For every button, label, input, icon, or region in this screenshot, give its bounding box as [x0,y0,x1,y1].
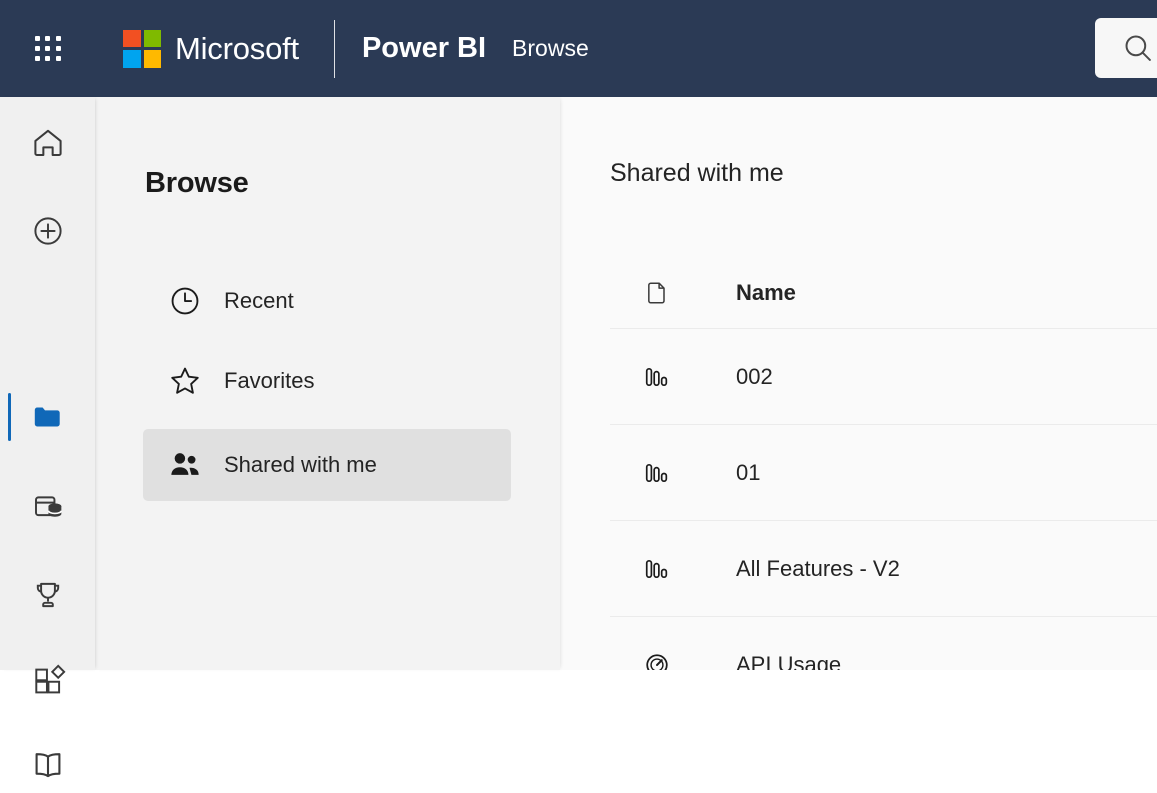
people-icon [167,447,203,483]
left-navigation-rail [0,97,95,670]
logo-square-yellow [144,50,162,68]
search-icon [1121,31,1155,65]
browse-item-label: Shared with me [224,452,377,478]
browse-item-recent[interactable]: Recent [143,269,511,333]
clock-icon [167,283,203,319]
rail-item-data-hub[interactable] [0,479,95,535]
column-header-name[interactable]: Name [736,280,796,306]
waffle-dot [45,36,50,41]
logo-square-blue [123,50,141,68]
app-launcher-grid-icon[interactable] [28,29,68,69]
row-name[interactable]: API Usage [736,652,841,671]
breadcrumb[interactable]: Browse [512,35,589,62]
waffle-dot [56,36,61,41]
trophy-icon [30,577,66,613]
star-icon [167,363,203,399]
row-type-icon-cell [610,555,736,583]
home-icon [30,125,66,161]
browse-item-label: Favorites [224,368,314,394]
report-bars-icon [643,555,671,583]
top-navigation-bar: Microsoft Power BI Browse [0,0,1157,97]
rail-item-browse[interactable] [0,389,95,445]
waffle-dot [35,46,40,51]
waffle-dot [35,56,40,61]
dashboard-gauge-icon [643,651,671,671]
waffle-dot [56,46,61,51]
waffle-dot [45,46,50,51]
book-icon [30,747,66,783]
page-title: Shared with me [610,159,784,188]
table-header-icon-cell [610,279,736,307]
browse-item-shared-with-me[interactable]: Shared with me [143,429,511,501]
table-row[interactable]: 01 [610,425,1157,521]
apps-grid-icon [30,663,66,699]
browse-item-favorites[interactable]: Favorites [143,349,511,413]
row-name[interactable]: All Features - V2 [736,556,900,582]
logo-square-green [144,30,162,48]
waffle-dot [45,56,50,61]
microsoft-wordmark: Microsoft [175,31,299,67]
waffle-dot [56,56,61,61]
microsoft-logo-link[interactable]: Microsoft [123,30,299,68]
shared-with-me-table: Name 002 01 [610,257,1157,670]
microsoft-logo-icon [123,30,161,68]
browse-item-label: Recent [224,288,294,314]
row-type-icon-cell [610,459,736,487]
report-bars-icon [643,459,671,487]
logo-square-red [123,30,141,48]
folder-icon [30,399,66,435]
rail-item-goals[interactable] [0,567,95,623]
table-row[interactable]: All Features - V2 [610,521,1157,617]
main-content-area: Shared with me Name 002 [560,97,1157,670]
row-type-icon-cell [610,363,736,391]
rail-item-learn[interactable] [0,737,95,793]
product-name[interactable]: Power BI [362,32,486,65]
waffle-dot [35,36,40,41]
nav-divider [334,20,335,78]
report-bars-icon [643,363,671,391]
search-input[interactable] [1095,18,1157,78]
document-icon [643,279,671,307]
data-hub-icon [30,489,66,525]
row-name[interactable]: 01 [736,460,760,486]
rail-item-apps[interactable] [0,653,95,709]
table-header-row: Name [610,257,1157,329]
row-type-icon-cell [610,651,736,671]
row-name[interactable]: 002 [736,364,773,390]
browse-panel-title: Browse [145,167,249,200]
plus-circle-icon [30,213,66,249]
table-row[interactable]: API Usage [610,617,1157,670]
rail-item-create[interactable] [0,203,95,259]
browse-panel: Browse Recent Favorites Shared with me [95,97,560,670]
table-row[interactable]: 002 [610,329,1157,425]
rail-item-home[interactable] [0,115,95,171]
